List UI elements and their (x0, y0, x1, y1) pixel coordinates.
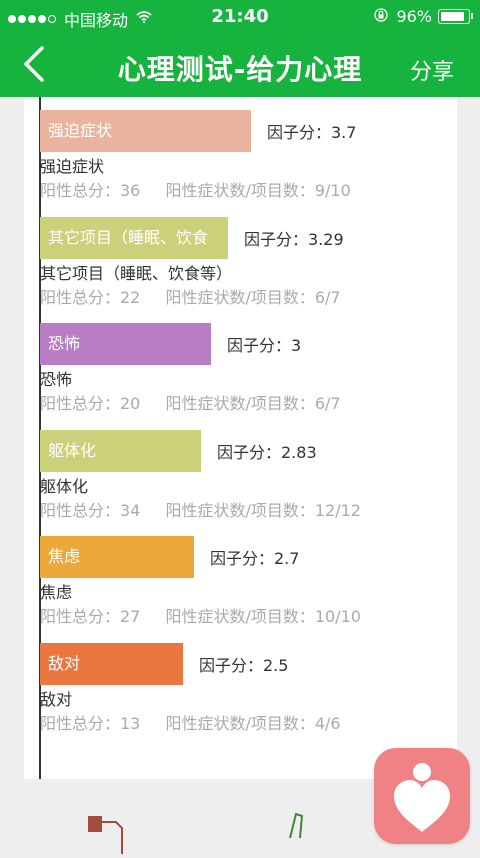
page-title: 心理测试-给力心理 (117, 53, 363, 86)
positive-total: 阳性总分：36 (40, 181, 141, 200)
factor-bar: 其它项目（睡眠、饮食 (40, 217, 228, 259)
heart-person-icon (394, 763, 450, 832)
tab-icon-partial[interactable] (286, 808, 310, 854)
factor-item: 恐怖 因子分：3 恐怖 阳性总分：20 阳性症状数/项目数：6/7 (40, 323, 341, 415)
positive-total: 阳性总分：22 (40, 288, 141, 307)
positive-ratio: 阳性症状数/项目数：12/12 (165, 501, 361, 520)
factor-score: 因子分：3 (227, 336, 302, 355)
rotation-lock-icon (374, 7, 389, 26)
factor-item: 躯体化 因子分：2.83 躯体化 阳性总分：34 阳性症状数/项目数：12/12 (40, 430, 361, 522)
factor-bar: 敌对 (40, 643, 183, 685)
chevron-left-icon (24, 46, 44, 82)
factor-item: 强迫症状 因子分：3.7 强迫症状 阳性总分：36 阳性症状数/项目数：9/10 (40, 110, 356, 202)
battery-fill (441, 12, 464, 21)
factor-name: 焦虑 (40, 583, 73, 602)
factor-chart-card: 强迫症状 因子分：3.7 强迫症状 阳性总分：36 阳性症状数/项目数：9/10… (24, 97, 457, 779)
positive-total: 阳性总分：27 (40, 607, 141, 626)
battery-icon (438, 9, 473, 24)
positive-ratio: 阳性症状数/项目数：4/6 (165, 714, 341, 733)
positive-ratio: 阳性症状数/项目数：9/10 (165, 181, 351, 200)
positive-total: 阳性总分：34 (40, 501, 141, 520)
positive-ratio: 阳性症状数/项目数：10/10 (165, 607, 361, 626)
status-bar: 中国移动 21:40 96% (0, 0, 480, 34)
share-button[interactable]: 分享 (410, 54, 454, 86)
app-header: 中国移动 21:40 96% 心理测试-给力心理 分享 (0, 0, 480, 97)
factor-name: 敌对 (40, 690, 73, 709)
factor-item: 敌对 因子分：2.5 敌对 阳性总分：13 阳性症状数/项目数：4/6 (40, 643, 341, 735)
tab-icon-partial[interactable] (86, 810, 126, 854)
factor-name: 恐怖 (40, 370, 73, 389)
status-right: 96% (374, 7, 473, 26)
factor-bar-row: 躯体化 因子分：2.83 (40, 430, 361, 472)
factor-bar: 躯体化 (40, 430, 201, 472)
positive-ratio: 阳性症状数/项目数：6/7 (165, 288, 341, 307)
factor-item: 焦虑 因子分：2.7 焦虑 阳性总分：27 阳性症状数/项目数：10/10 (40, 536, 361, 628)
factor-name: 强迫症状 (40, 157, 105, 176)
factor-stats: 阳性总分：34 阳性症状数/项目数：12/12 (40, 500, 361, 522)
positive-total: 阳性总分：13 (40, 714, 141, 733)
factor-stats: 阳性总分：27 阳性症状数/项目数：10/10 (40, 606, 361, 628)
factor-stats: 阳性总分：22 阳性症状数/项目数：6/7 (40, 287, 344, 309)
factor-bar-row: 恐怖 因子分：3 (40, 323, 341, 365)
positive-total: 阳性总分：20 (40, 394, 141, 413)
factor-bar-row: 强迫症状 因子分：3.7 (40, 110, 356, 152)
battery-percent: 96% (396, 7, 432, 26)
factor-score: 因子分：2.5 (199, 656, 289, 675)
factor-score: 因子分：2.83 (217, 443, 317, 462)
factor-bar-row: 焦虑 因子分：2.7 (40, 536, 361, 578)
factor-bar-row: 敌对 因子分：2.5 (40, 643, 341, 685)
factor-stats: 阳性总分：36 阳性症状数/项目数：9/10 (40, 180, 356, 202)
factor-stats: 阳性总分：13 阳性症状数/项目数：4/6 (40, 713, 341, 735)
factor-bar: 焦虑 (40, 536, 194, 578)
back-button[interactable] (18, 40, 58, 88)
nav-bar: 心理测试-给力心理 分享 (0, 34, 480, 97)
factor-name: 其它项目（睡眠、饮食等） (40, 264, 233, 283)
factor-stats: 阳性总分：20 阳性症状数/项目数：6/7 (40, 393, 341, 415)
factor-score: 因子分：2.7 (210, 549, 300, 568)
factor-name: 躯体化 (40, 477, 89, 496)
factor-bar: 强迫症状 (40, 110, 251, 152)
factor-score: 因子分：3.29 (244, 230, 344, 249)
factor-item: 其它项目（睡眠、饮食 因子分：3.29 其它项目（睡眠、饮食等） 阳性总分：22… (40, 217, 344, 309)
factor-bar-row: 其它项目（睡眠、饮食 因子分：3.29 (40, 217, 344, 259)
factor-score: 因子分：3.7 (267, 123, 357, 142)
factor-bar: 恐怖 (40, 323, 211, 365)
positive-ratio: 阳性症状数/项目数：6/7 (165, 394, 341, 413)
app-shortcut-button[interactable] (374, 748, 470, 844)
